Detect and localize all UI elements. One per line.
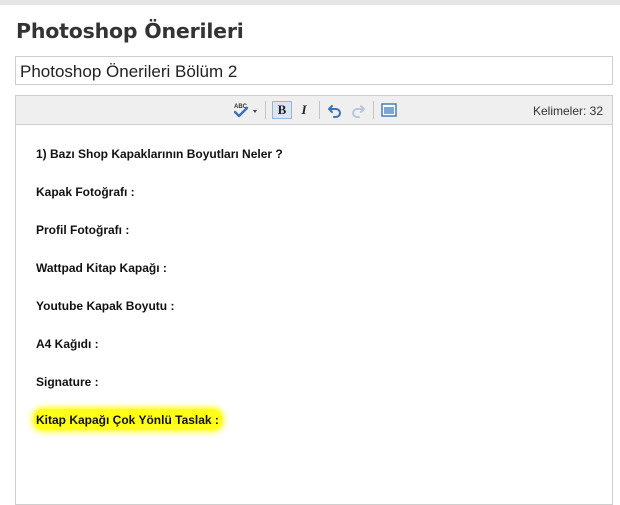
toolbar-separator (319, 101, 320, 119)
paragraph: Signature : (36, 375, 99, 389)
undo-button[interactable] (326, 101, 344, 119)
fullscreen-button[interactable] (380, 101, 398, 119)
post-title-input[interactable]: Photoshop Önerileri Bölüm 2 (15, 56, 613, 85)
word-count: Kelimeler: 32 (532, 104, 603, 118)
paragraph: Profil Fotoğrafı : (36, 223, 130, 237)
paragraph: A4 Kağıdı : (36, 337, 99, 351)
highlighted-paragraph: Kitap Kapağı Çok Yönlü Taslak : (34, 409, 222, 430)
redo-button[interactable] (349, 101, 367, 119)
bold-icon: B (277, 102, 287, 117)
paragraph: 1) Bazı Shop Kapaklarının Boyutları Nele… (36, 147, 283, 161)
page-title: Photoshop Önerileri (16, 19, 244, 43)
italic-icon: I (301, 102, 307, 117)
rich-text-editor[interactable]: ABC B I Kelimeler: 32 1) Bazı Shop Kapak… (15, 95, 613, 505)
highlight-mark: Kitap Kapağı Çok Yönlü Taslak : (34, 409, 222, 430)
spellcheck-icon: ABC (233, 104, 257, 118)
undo-icon (328, 105, 341, 118)
toolbar-separator (373, 101, 374, 119)
bold-button[interactable]: B (272, 101, 292, 119)
fullscreen-icon (381, 103, 397, 117)
editor-toolbar: ABC B I Kelimeler: 32 (16, 96, 612, 125)
paragraph: Kapak Fotoğrafı : (36, 185, 135, 199)
italic-button[interactable]: I (295, 101, 313, 119)
top-strip (0, 0, 620, 5)
toolbar-separator (265, 101, 266, 119)
spellcheck-button[interactable]: ABC (232, 101, 260, 119)
paragraph: Youtube Kapak Boyutu : (36, 299, 175, 313)
paragraph: Wattpad Kitap Kapağı : (36, 261, 167, 275)
redo-icon (352, 105, 365, 118)
